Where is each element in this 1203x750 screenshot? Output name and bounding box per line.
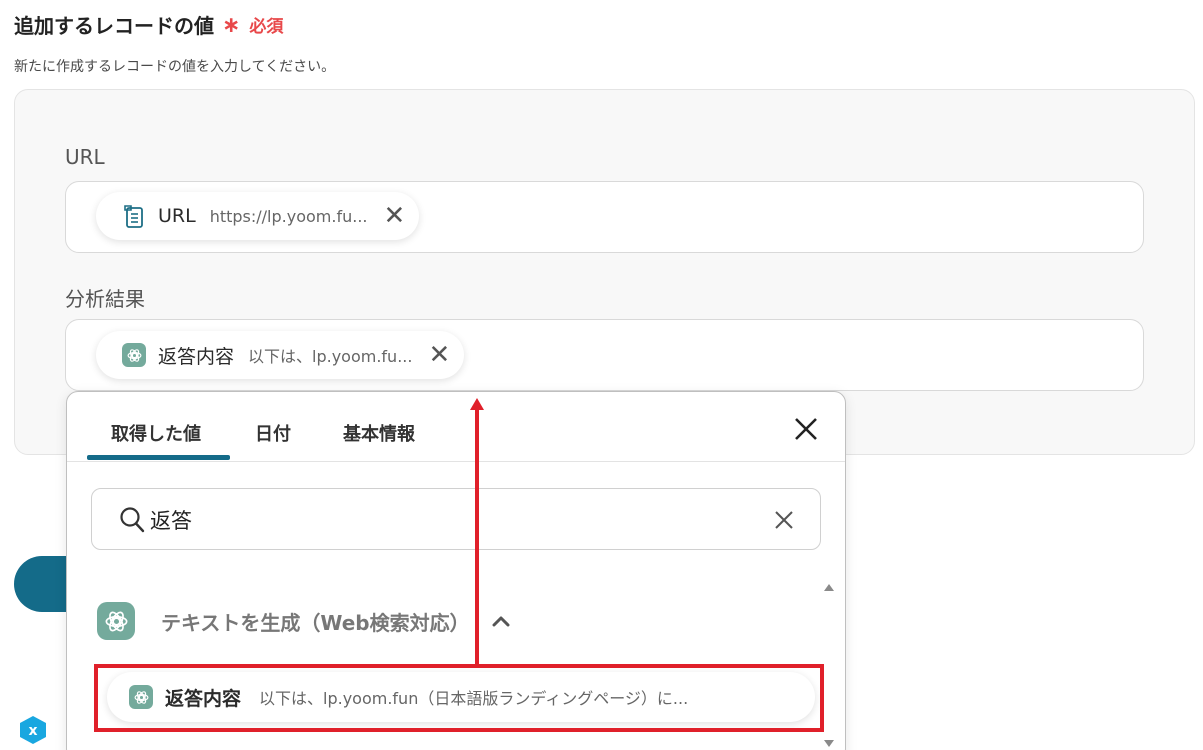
- search-box[interactable]: [91, 488, 821, 550]
- chatgpt-icon: [97, 602, 135, 640]
- required-star: ∗: [222, 12, 241, 38]
- chip-value: https://lp.yoom.fu...: [209, 206, 368, 226]
- tab-date[interactable]: 日付: [255, 420, 291, 446]
- chevron-up-icon[interactable]: [492, 615, 510, 627]
- required-label: 必須: [249, 16, 284, 37]
- app-badge-icon: x: [20, 716, 46, 744]
- group-header[interactable]: テキストを生成（Web検索対応）: [97, 602, 510, 640]
- chatgpt-icon: [122, 343, 146, 367]
- field-label-url: URL: [65, 145, 105, 169]
- chip-name: URL: [158, 205, 196, 227]
- arrow-annotation-head: [470, 398, 484, 410]
- svg-text:x: x: [28, 723, 37, 739]
- chip-name: 返答内容: [158, 345, 235, 368]
- search-icon: [120, 507, 145, 533]
- section-title-text: 追加するレコードの値: [14, 14, 214, 38]
- remove-chip-icon[interactable]: ✕: [384, 203, 406, 229]
- chip-value: 以下は、lp.yoom.fu...: [248, 347, 413, 366]
- scroll-down-arrow[interactable]: [824, 740, 834, 747]
- scroll-up-arrow[interactable]: [824, 584, 834, 591]
- highlight-annotation: [94, 664, 824, 732]
- primary-button[interactable]: [14, 556, 74, 612]
- required-badge: ∗ 必須: [222, 12, 283, 38]
- remove-chip-icon[interactable]: ✕: [428, 342, 450, 368]
- field-label-analysis: 分析結果: [65, 287, 145, 311]
- dropdown-tabs: 取得した値 日付 基本情報: [67, 392, 845, 462]
- clear-search-icon[interactable]: [774, 510, 794, 530]
- arrow-annotation-line: [475, 406, 479, 666]
- active-tab-indicator: [87, 455, 230, 460]
- close-icon[interactable]: [791, 414, 821, 444]
- group-title: テキストを生成（Web検索対応）: [161, 610, 470, 635]
- section-title: 追加するレコードの値 ∗ 必須: [14, 10, 283, 39]
- url-value-chip[interactable]: URL https://lp.yoom.fu... ✕: [96, 192, 420, 240]
- tab-acquired-values[interactable]: 取得した値: [111, 420, 201, 446]
- section-description: 新たに作成するレコードの値を入力してください。: [14, 59, 336, 75]
- tab-basic-info[interactable]: 基本情報: [343, 420, 415, 446]
- analysis-value-chip[interactable]: 返答内容 以下は、lp.yoom.fu... ✕: [96, 331, 465, 379]
- search-input[interactable]: [150, 503, 750, 537]
- document-icon: [122, 203, 146, 229]
